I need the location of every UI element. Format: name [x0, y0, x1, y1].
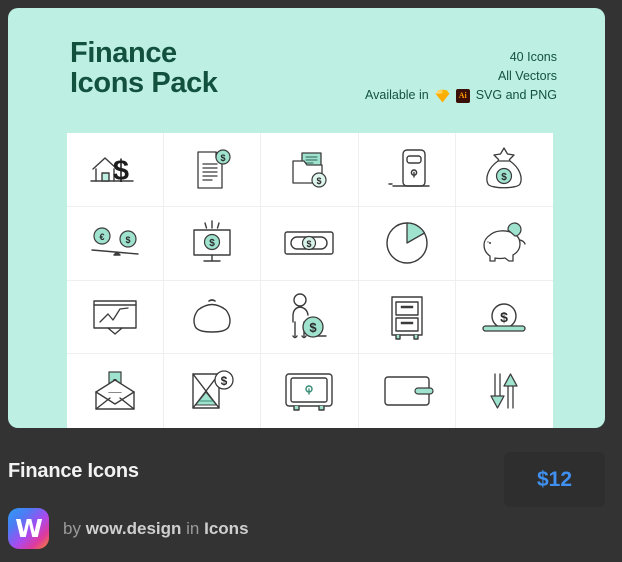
available-in-label: Available in: [365, 88, 429, 102]
author-name-link[interactable]: wow.design: [86, 519, 182, 538]
hourglass-dollar-icon: $: [185, 366, 239, 416]
icon-cell[interactable]: $: [164, 133, 262, 207]
icon-cell[interactable]: [358, 280, 456, 355]
house-dollar-icon: $: [87, 145, 143, 193]
pack-meta: 40 Icons All Vectors Available in Ai SVG…: [365, 48, 557, 105]
svg-text:$: $: [221, 374, 228, 388]
icon-cell[interactable]: $: [261, 280, 359, 355]
coin-platform-icon: $: [477, 296, 531, 338]
pie-chart-icon: [383, 219, 431, 267]
wallet-card-icon: [379, 371, 435, 411]
presentation-chart-icon: [88, 296, 142, 338]
icon-cell[interactable]: [358, 206, 456, 281]
icon-cell[interactable]: $: [67, 133, 165, 207]
icon-count-label: 40 Icons: [509, 50, 557, 64]
icon-cell[interactable]: $: [261, 133, 359, 207]
transfer-arrows-icon: [481, 368, 527, 414]
document-dollar-icon: $: [186, 144, 238, 194]
svg-text:$: $: [221, 153, 226, 163]
svg-text:$: $: [310, 320, 318, 335]
svg-text:$: $: [113, 155, 129, 187]
price-label: $12: [536, 467, 573, 491]
item-title: Finance Icons: [8, 460, 139, 482]
icon-cell[interactable]: [358, 133, 456, 207]
author-avatar[interactable]: W: [8, 508, 49, 549]
svg-text:$: $: [500, 309, 508, 325]
price-button[interactable]: $12: [504, 452, 605, 507]
svg-text:€: €: [100, 232, 105, 242]
piggy-bank-icon: [476, 221, 532, 265]
icon-cell[interactable]: $: [261, 206, 359, 281]
coin-purse-icon: [186, 296, 238, 338]
icon-cell[interactable]: [455, 207, 553, 281]
pack-preview-card[interactable]: Finance Icons Pack 40 Icons All Vectors …: [8, 8, 605, 428]
icon-grid: $ $ $ $ € $ $ $ $ $ $: [67, 133, 553, 428]
author-logo-letter: W: [15, 514, 43, 543]
all-vectors-label: All Vectors: [497, 69, 557, 83]
safe-vault-icon: [280, 368, 338, 414]
atm-machine-icon: [379, 144, 435, 194]
svg-text:$: $: [126, 235, 131, 245]
in-label: in: [186, 518, 200, 538]
category-link[interactable]: Icons: [204, 519, 248, 538]
svg-text:$: $: [317, 176, 322, 186]
product-preview-page: Finance Icons Pack 40 Icons All Vectors …: [0, 0, 622, 562]
formats-label: SVG and PNG: [475, 88, 557, 102]
person-coin-icon: $: [282, 291, 336, 343]
product-info-bar: Finance Icons $12 W by wow.design in Ico…: [0, 440, 622, 562]
icon-cell[interactable]: $: [164, 354, 262, 428]
svg-text:$: $: [210, 238, 216, 249]
icon-cell[interactable]: $: [67, 354, 165, 428]
banknote-icon: $: [280, 223, 338, 263]
author-byline: by wow.design in Icons: [63, 519, 249, 539]
filing-cabinet-icon: [383, 292, 431, 342]
icon-cell[interactable]: € $: [67, 206, 165, 281]
currency-balance-icon: € $: [86, 221, 144, 265]
folder-dollar-icon: $: [282, 145, 336, 193]
icon-cell[interactable]: [456, 354, 553, 428]
icon-cell[interactable]: $: [164, 206, 262, 281]
available-formats-row: Available in Ai SVG and PNG: [365, 86, 557, 105]
money-bag-icon: $: [478, 144, 530, 194]
pack-title: Finance Icons Pack: [70, 37, 218, 99]
illustrator-icon: Ai: [455, 88, 470, 103]
icon-cell[interactable]: [164, 280, 262, 355]
svg-text:$: $: [502, 172, 508, 183]
icon-cell[interactable]: $: [455, 133, 553, 207]
by-label: by: [63, 518, 81, 538]
icon-cell[interactable]: $: [455, 281, 553, 355]
icon-cell[interactable]: [67, 280, 165, 355]
icon-cell[interactable]: [261, 354, 359, 428]
sketch-icon: [435, 89, 450, 103]
author-row[interactable]: W by wow.design in Icons: [8, 508, 249, 549]
icon-cell[interactable]: [359, 354, 456, 428]
envelope-money-icon: $: [88, 368, 142, 414]
svg-text:$: $: [307, 239, 312, 249]
monitor-dollar-icon: $: [184, 218, 240, 268]
